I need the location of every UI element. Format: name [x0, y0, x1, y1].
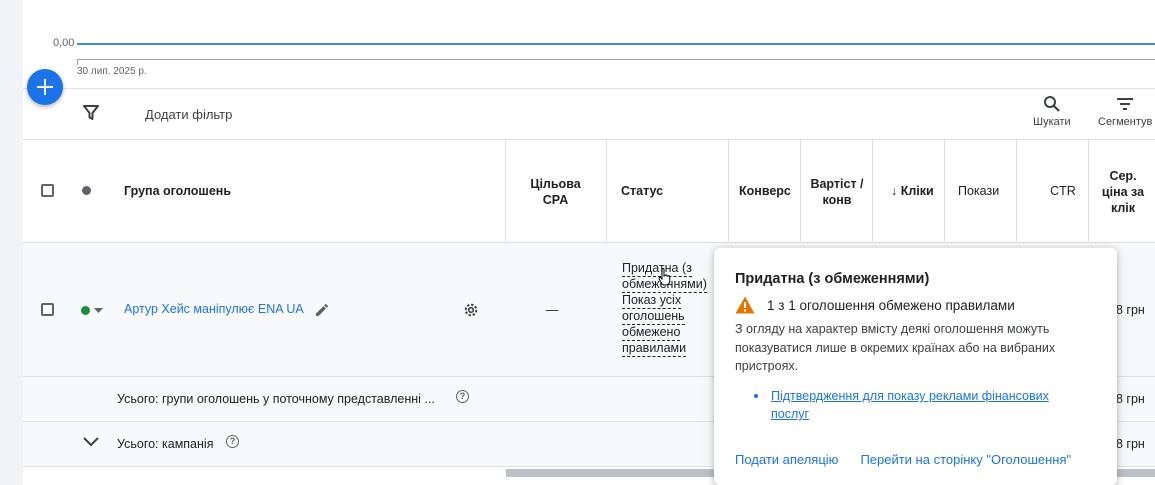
- header-avg-cpc[interactable]: Сер. ціна за клік: [1095, 168, 1151, 216]
- x-axis-tick-mark: [77, 59, 78, 65]
- header-target-cpa[interactable]: Цільова CPA: [518, 176, 593, 208]
- table-header: Група оголошень Цільова CPA Статус Конве…: [23, 140, 1155, 243]
- financial-services-verification-link[interactable]: Підтвердження для показу реклами фінансо…: [771, 387, 1076, 423]
- segment-label: Сегментув: [1098, 116, 1153, 128]
- header-ctr[interactable]: CTR: [1043, 183, 1083, 199]
- x-axis-tick-label: 30 лип. 2025 р.: [77, 66, 147, 77]
- popup-title: Придатна (з обмеженнями): [735, 271, 930, 287]
- header-conversions[interactable]: Конверс: [739, 183, 791, 199]
- total-campaign-label: Усього: кампанія: [117, 437, 214, 451]
- help-icon[interactable]: ?: [456, 390, 469, 403]
- search-icon: [1043, 96, 1060, 112]
- plus-icon: [37, 79, 53, 95]
- total-campaign-avg-cpc: 8 грн: [1116, 437, 1145, 451]
- popup-warning-text: 1 з 1 оголошення обмежено правилами: [767, 297, 1015, 313]
- left-gutter: [0, 0, 23, 485]
- header-clicks[interactable]: ↓ Кліки: [891, 183, 943, 199]
- appeal-button[interactable]: Подати апеляцію: [735, 452, 838, 467]
- header-impressions[interactable]: Покази: [958, 183, 1006, 199]
- help-icon[interactable]: ?: [226, 435, 239, 448]
- warning-icon: [735, 296, 755, 314]
- mouse-cursor-icon: [658, 268, 671, 286]
- filter-icon[interactable]: [83, 105, 99, 126]
- header-cost-per-conv[interactable]: Вартіст / конв: [809, 176, 865, 208]
- expand-chevron-icon[interactable]: [83, 437, 99, 447]
- status-dropdown-icon[interactable]: [94, 308, 103, 314]
- segment-icon: [1117, 98, 1134, 110]
- bullet: [754, 394, 758, 398]
- popup-link-item: Підтвердження для показу реклами фінансо…: [754, 387, 1076, 423]
- total-view-avg-cpc: 8 грн: [1116, 392, 1145, 406]
- go-to-ads-page-button[interactable]: Перейти на сторінку "Оголошення": [860, 452, 1071, 467]
- add-filter-button[interactable]: Додати фільтр: [145, 107, 232, 122]
- sort-descending-icon: ↓: [891, 184, 901, 198]
- popup-warning: 1 з 1 оголошення обмежено правилами: [735, 296, 1015, 314]
- edit-pencil-icon[interactable]: [315, 303, 329, 317]
- search-label: Шукати: [1033, 116, 1071, 128]
- enabled-status-dot[interactable]: [81, 306, 90, 315]
- avg-cpc-value: 8 грн: [1116, 303, 1145, 317]
- chart-series-line: [77, 43, 1155, 45]
- status-line: обмежено: [622, 325, 681, 341]
- x-axis: [77, 59, 1155, 60]
- performance-chart: 0,00 30 лип. 2025 р.: [23, 0, 1155, 88]
- header-ad-group[interactable]: Група оголошень: [124, 183, 231, 199]
- popup-actions: Подати апеляцію Перейти на сторінку "Ого…: [735, 452, 1071, 467]
- select-all-checkbox[interactable]: [41, 184, 54, 197]
- row-checkbox[interactable]: [41, 303, 54, 316]
- status-line: правилами: [622, 341, 687, 357]
- header-clicks-label: Кліки: [900, 184, 934, 198]
- popup-description: З огляду на характер вмісту деякі оголош…: [735, 322, 1056, 373]
- header-status[interactable]: Статус: [621, 183, 663, 199]
- settings-gear-icon[interactable]: [463, 302, 479, 318]
- create-button[interactable]: [27, 69, 63, 105]
- status-line: Показ усіх: [622, 293, 682, 309]
- table-toolbar: Додати фільтр Шукати Сегментув: [23, 88, 1155, 140]
- status-line: оголошень: [622, 309, 685, 325]
- status-column-icon: [82, 186, 91, 195]
- y-axis-tick: 0,00: [53, 37, 75, 49]
- status-popup: Придатна (з обмеженнями) 1 з 1 оголошенн…: [714, 248, 1117, 485]
- total-view-label: Усього: групи оголошень у поточному пред…: [117, 392, 435, 406]
- ad-group-name-link[interactable]: Артур Хейс маніпулює ENA UA: [124, 302, 304, 316]
- search-button[interactable]: Шукати: [1033, 95, 1071, 128]
- segment-button[interactable]: Сегментув: [1098, 95, 1152, 128]
- target-cpa-value: —: [546, 303, 559, 317]
- status-line: Придатна (з: [622, 261, 692, 277]
